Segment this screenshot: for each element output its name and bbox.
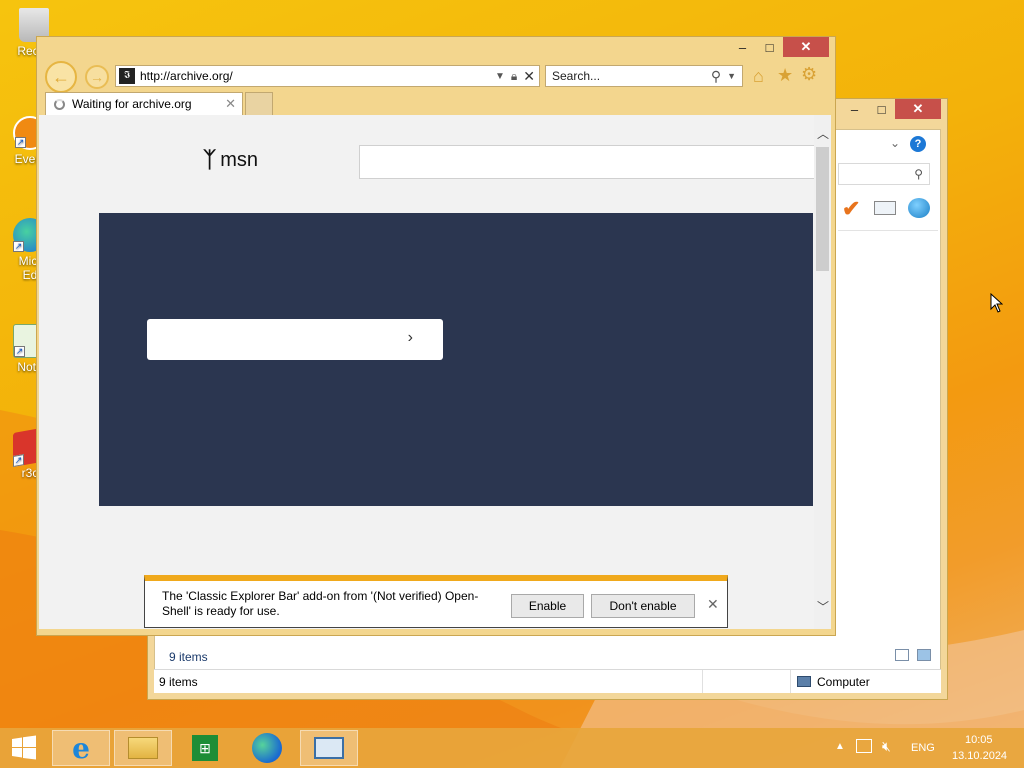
shell-icon[interactable] [908,198,930,218]
mouse-cursor-icon [990,293,1003,313]
back-arrow-icon: ← [52,66,70,87]
address-dropdown-icon[interactable]: ▼ [495,71,505,82]
hero-input-box[interactable]: › [147,319,443,360]
home-icon[interactable]: ⌂ [753,66,764,87]
scroll-up-icon[interactable]: ︿ [817,125,829,142]
scroll-down-icon[interactable]: ﹀ [817,598,829,615]
search-icon[interactable]: ⚲ [711,68,721,85]
shortcut-arrow-icon: ↗ [13,454,24,467]
clock-date[interactable]: 13.10.2024 [952,750,1007,762]
search-placeholder[interactable]: Search... [546,69,711,83]
checkmark-icon[interactable]: ✔ [842,196,860,222]
maximize-button[interactable]: □ [756,37,783,57]
status-spacer [702,670,790,693]
computer-icon [797,676,811,687]
status-location-label: Computer [817,674,870,689]
msn-logo-text: msn [220,148,258,171]
msn-butterfly-icon: ᛉ [203,147,217,172]
search-box[interactable]: Search... ⚲ ▼ [545,65,743,87]
vertical-scrollbar[interactable]: ︿ ﹀ [814,115,831,629]
inner-status-items: 9 items [169,650,208,664]
window-icon[interactable] [874,201,896,215]
address-url[interactable]: http://archive.org/ [140,69,495,83]
show-hidden-icons-icon[interactable]: ▲ [835,741,845,752]
shortcut-arrow-icon: ↗ [15,137,26,148]
forward-button[interactable]: → [85,65,109,89]
addon-notification-bar: The 'Classic Explorer Bar' add-on from '… [144,575,728,628]
tab-title[interactable]: Waiting for archive.org [72,97,225,111]
chevron-right-icon[interactable]: › [408,329,413,347]
close-button[interactable]: ✕ [895,99,941,119]
internet-explorer-icon: e [72,731,90,765]
favorites-star-icon[interactable]: ★ [777,65,793,86]
edge-icon [252,733,282,763]
windows-logo-icon [12,735,36,760]
notification-message: The 'Classic Explorer Bar' add-on from '… [162,589,479,618]
hero-banner: › [99,213,813,506]
explorer-toolbar: ✔ [842,196,942,222]
search-dropdown-icon[interactable]: ▼ [727,71,736,81]
ie-navigation-bar: ← → 𝕴 http://archive.org/ ▼ 🔒︎ ✕ Search.… [45,61,827,93]
explorer-search-input[interactable]: ⚲ [838,163,930,185]
volume-muted-icon[interactable]: 🔇︎ [882,738,891,755]
remote-desktop-icon [314,737,344,759]
minimize-button[interactable]: – [729,37,756,57]
minimize-button[interactable]: – [841,99,868,119]
details-view-icon[interactable] [895,649,909,661]
msn-search-input[interactable] [359,145,819,179]
gear-icon[interactable]: ⚙ [801,64,817,85]
loading-spinner-icon [54,98,65,110]
shortcut-arrow-icon: ↗ [14,346,25,357]
ie-tab-bar: Waiting for archive.org ✕ [45,92,827,115]
explorer-ribbon-right: ⌄ ? [838,134,938,156]
status-items: 9 items [159,674,198,689]
large-icons-view-icon[interactable] [917,649,931,661]
site-favicon-icon: 𝕴 [119,68,135,84]
stop-icon[interactable]: ✕ [523,68,535,85]
maximize-button[interactable]: □ [868,99,895,119]
chevron-down-icon[interactable]: ⌄ [890,136,900,150]
forward-arrow-icon: → [90,69,104,85]
explorer-window-controls: – □ ✕ [841,99,941,119]
lock-icon[interactable]: 🔒︎ [511,69,517,84]
tab-archive[interactable]: Waiting for archive.org ✕ [45,92,243,115]
store-icon: ⊞ [192,735,218,761]
back-button[interactable]: ← [45,61,77,93]
taskbar-file-explorer[interactable] [114,730,172,766]
page-viewport[interactable]: ᛉ msn › ︿ ﹀ [39,115,831,629]
enable-button[interactable]: Enable [511,594,584,618]
address-bar[interactable]: 𝕴 http://archive.org/ ▼ 🔒︎ ✕ [115,65,540,87]
ie-window[interactable]: – □ ✕ ← → 𝕴 http://archive.org/ ▼ 🔒︎ ✕ S… [36,36,836,636]
taskbar: e ⊞ ▲ 🔇︎ ENG 10:05 13.10.2024 [0,728,1024,768]
status-location: Computer [790,670,870,693]
network-icon[interactable] [856,739,872,753]
clock-time[interactable]: 10:05 [965,734,993,746]
search-icon: ⚲ [914,167,923,181]
close-notification-icon[interactable]: ✕ [707,596,719,613]
taskbar-remote-desktop[interactable] [300,730,358,766]
divider [838,230,938,231]
shortcut-arrow-icon: ↗ [13,241,24,252]
folder-icon [128,737,158,759]
taskbar-store[interactable]: ⊞ [176,730,234,766]
close-tab-icon[interactable]: ✕ [225,96,236,112]
start-button[interactable] [0,730,48,766]
explorer-statusbar: 9 items Computer [154,669,941,693]
help-icon[interactable]: ? [910,136,926,152]
dont-enable-button[interactable]: Don't enable [591,594,695,618]
close-button[interactable]: ✕ [783,37,829,57]
scrollbar-thumb[interactable] [816,147,829,271]
msn-logo[interactable]: ᛉ msn [203,147,258,173]
new-tab-button[interactable] [245,92,273,115]
taskbar-internet-explorer[interactable]: e [52,730,110,766]
language-indicator[interactable]: ENG [911,742,935,754]
ie-window-controls: – □ ✕ [729,37,829,57]
taskbar-edge[interactable] [238,730,296,766]
